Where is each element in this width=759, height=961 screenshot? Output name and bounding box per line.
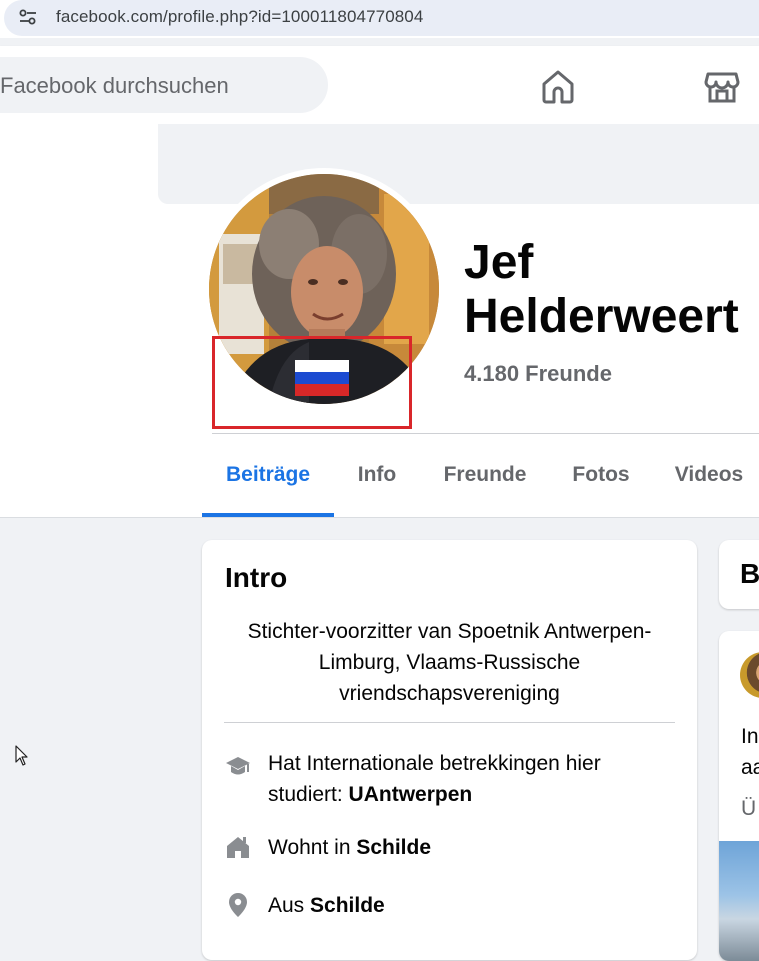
- post-text: In aa: [741, 721, 759, 783]
- home-icon[interactable]: [538, 66, 578, 106]
- from-prefix: Aus: [268, 894, 311, 917]
- education-value[interactable]: UAntwerpen: [349, 783, 473, 806]
- lives-value[interactable]: Schilde: [356, 836, 431, 859]
- post-text-line-1: In: [741, 725, 759, 748]
- post-photo[interactable]: [719, 841, 759, 961]
- site-settings-icon[interactable]: [18, 7, 38, 27]
- intro-title: Intro: [225, 562, 288, 593]
- url-text[interactable]: facebook.com/profile.php?id=100011804770…: [56, 7, 423, 27]
- tab-friends[interactable]: Freunde: [430, 437, 540, 515]
- location-pin-icon: [229, 893, 247, 917]
- intro-card: Intro Stichter-voorzitter van Spoetnik A…: [202, 540, 697, 960]
- from-value[interactable]: Schilde: [310, 894, 385, 917]
- search-box[interactable]: [0, 57, 328, 115]
- tab-about[interactable]: Info: [344, 437, 410, 515]
- right-card-title: B: [740, 558, 759, 589]
- right-column-card: B: [719, 540, 759, 609]
- profile-name: Jef Helderweert: [464, 236, 739, 343]
- header-divider: [212, 433, 759, 434]
- post-text-line-2: aa: [741, 756, 759, 779]
- marketplace-icon[interactable]: [702, 66, 742, 106]
- address-field[interactable]: facebook.com/profile.php?id=100011804770…: [4, 0, 759, 36]
- graduation-cap-icon: [226, 757, 250, 775]
- intro-bio: Stichter-voorzitter van Spoetnik Antwerp…: [247, 620, 652, 705]
- search-input[interactable]: [0, 57, 322, 115]
- tab-posts[interactable]: Beiträge: [202, 437, 334, 515]
- profile-tabs: Beiträge Info Freunde Fotos Videos: [202, 437, 759, 517]
- mouse-cursor-icon: [15, 745, 28, 766]
- avatar[interactable]: [740, 652, 759, 698]
- friends-count[interactable]: 4.180 Freunde: [464, 361, 612, 387]
- home-icon: [227, 837, 249, 858]
- tab-photos[interactable]: Fotos: [562, 437, 640, 515]
- top-navigation: [0, 46, 759, 124]
- post-meta: Ü: [741, 797, 757, 820]
- cover-photo-area[interactable]: [158, 124, 759, 204]
- browser-url-bar: facebook.com/profile.php?id=100011804770…: [0, 0, 759, 38]
- intro-divider: [224, 722, 675, 723]
- post-card: In aa Ü: [719, 631, 759, 961]
- lives-prefix: Wohnt in: [268, 836, 357, 859]
- header-bottom-border: [0, 517, 759, 518]
- highlight-annotation-box: [212, 336, 412, 429]
- tab-videos[interactable]: Videos: [662, 437, 756, 515]
